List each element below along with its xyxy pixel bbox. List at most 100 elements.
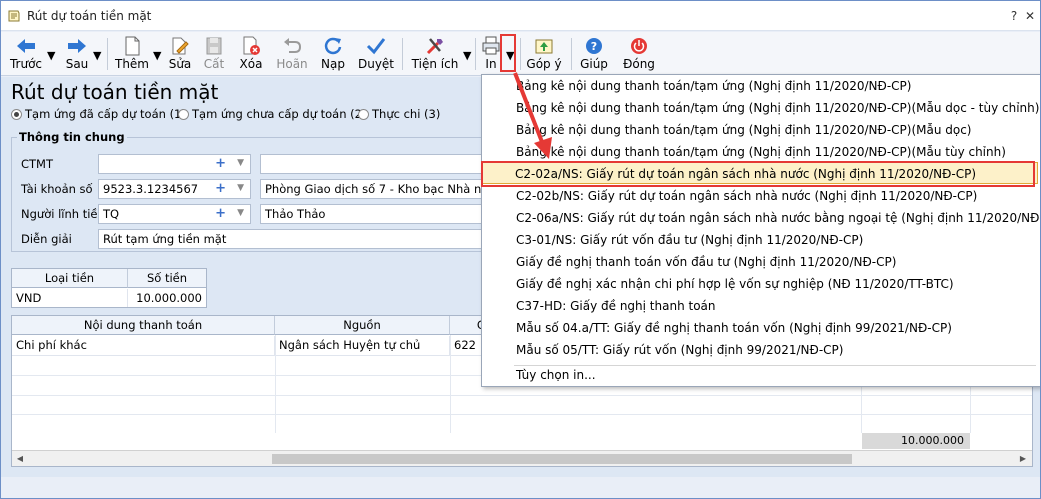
description-label: Diễn giải — [21, 232, 72, 246]
app-icon — [8, 10, 20, 22]
delete-button[interactable]: Xóa — [234, 33, 268, 73]
currency-type-cell[interactable]: VND — [12, 289, 128, 307]
description-value: Rút tạm ứng tiền mặt — [103, 232, 227, 246]
utilities-button[interactable]: Tiện ích — [409, 33, 461, 73]
radio-dot — [178, 109, 189, 120]
currency-type-header[interactable]: Loại tiền — [12, 269, 128, 288]
power-icon — [631, 38, 647, 54]
undo-button[interactable]: Hoãn — [274, 33, 310, 73]
svg-text:?: ? — [591, 40, 597, 53]
help-label: Giúp — [580, 57, 608, 71]
amount-header[interactable]: Số tiền — [128, 269, 206, 288]
scroll-thumb[interactable] — [272, 454, 852, 464]
grid-line — [450, 335, 451, 433]
account-name-field[interactable]: Phòng Giao dịch số 7 - Kho bạc Nhà nước … — [260, 179, 490, 199]
chevron-down-icon[interactable]: ▼ — [237, 158, 244, 168]
account-field[interactable]: 9523.3.1234567 + ▼ — [98, 179, 251, 199]
scroll-right-icon[interactable]: ▶ — [1017, 453, 1029, 465]
print-menu-item[interactable]: C2-02b/NS: Giấy rút dự toán ngân sách nh… — [516, 185, 977, 207]
toolbar-divider — [475, 38, 476, 70]
add-icon[interactable]: + — [215, 156, 226, 171]
close-window-icon[interactable]: ✕ — [1021, 7, 1039, 25]
chevron-down-icon[interactable]: ▼ — [237, 208, 244, 218]
back-dropdown-icon[interactable]: ▼ — [47, 49, 55, 62]
add-dropdown-icon[interactable]: ▼ — [153, 49, 161, 62]
print-menu-item[interactable]: Mẫu số 04.a/TT: Giấy đề nghị thanh toán … — [516, 317, 952, 339]
toolbar-divider — [107, 38, 108, 70]
radio-advance-unallocated[interactable]: Tạm ứng chưa cấp dự toán (2) — [178, 107, 366, 121]
grid-line — [12, 395, 1032, 396]
receiver-field[interactable]: TQ + ▼ — [98, 204, 251, 224]
amount-cell[interactable]: 10.000.000 — [128, 289, 206, 307]
chevron-down-icon[interactable]: ▼ — [237, 183, 244, 193]
tools-icon — [426, 38, 443, 55]
edit-label: Sửa — [168, 57, 192, 71]
edit-button[interactable]: Sửa — [165, 33, 195, 73]
arrow-right-icon — [68, 39, 86, 53]
radio-dot — [11, 109, 22, 120]
close-button[interactable]: Đóng — [619, 33, 659, 73]
print-menu-item[interactable]: Giấy đề nghị xác nhận chi phí hợp lệ vốn… — [516, 273, 954, 295]
print-menu-item[interactable]: Mẫu số 05/TT: Giấy rút vốn (Nghị định 99… — [516, 339, 843, 361]
toolbar-divider — [520, 38, 521, 70]
pointer-arrow-icon — [513, 72, 552, 159]
print-menu-item[interactable]: Bảng kê nội dung thanh toán/tạm ứng (Ngh… — [516, 141, 1006, 163]
total-amount: 10.000.000 — [862, 433, 970, 449]
save-disk-icon — [206, 37, 222, 55]
window-title: Rút dự toán tiền mặt — [27, 9, 152, 23]
description-field[interactable]: Rút tạm ứng tiền mặt — [98, 229, 490, 249]
print-menu-item[interactable]: C37-HD: Giấy đề nghị thanh toán — [516, 295, 716, 317]
print-menu-item[interactable]: C2-06a/NS: Giấy rút dự toán ngân sách nh… — [516, 207, 1040, 229]
printer-icon — [482, 36, 500, 55]
receiver-name-value: Thảo Thảo — [265, 207, 326, 221]
print-menu-item[interactable]: C3-01/NS: Giấy rút vốn đầu tư (Nghị định… — [516, 229, 863, 251]
save-label: Cất — [203, 57, 225, 71]
payment-content-header[interactable]: Nội dung thanh toán — [12, 316, 275, 335]
back-button[interactable]: Trước — [7, 33, 45, 73]
add-icon[interactable]: + — [215, 181, 226, 196]
account-label: Tài khoản số — [21, 182, 93, 196]
print-menu-item[interactable]: Bảng kê nội dung thanh toán/tạm ứng (Ngh… — [516, 97, 1039, 119]
next-dropdown-icon[interactable]: ▼ — [93, 49, 101, 62]
add-label: Thêm — [114, 57, 149, 71]
utilities-dropdown-icon[interactable]: ▼ — [463, 49, 471, 62]
add-button[interactable]: Thêm — [113, 33, 151, 73]
source-cell[interactable]: Ngân sách Huyện tự chủ — [275, 336, 450, 356]
refresh-icon — [324, 37, 342, 55]
print-menu-item[interactable]: Giấy đề nghị thanh toán vốn đầu tư (Nghị… — [516, 251, 896, 273]
next-button[interactable]: Sau — [61, 33, 93, 73]
ctmt-name-field[interactable] — [260, 154, 490, 174]
approve-label: Duyệt — [357, 57, 395, 71]
general-info-title: Thông tin chung — [17, 130, 127, 144]
ctmt-field[interactable]: + ▼ — [98, 154, 251, 174]
feedback-icon — [535, 39, 553, 54]
radio-dot — [358, 109, 369, 120]
ctmt-label: CTMT — [21, 157, 54, 171]
approve-button[interactable]: Duyệt — [356, 33, 396, 73]
help-button[interactable]: ? Giúp — [577, 33, 611, 73]
payment-content-cell[interactable]: Chi phí khác — [12, 336, 275, 356]
print-menu-item[interactable]: Bảng kê nội dung thanh toán/tạm ứng (Ngh… — [516, 119, 972, 141]
radio-label: Thực chi (3) — [372, 107, 441, 121]
print-menu-item[interactable]: Bảng kê nội dung thanh toán/tạm ứng (Ngh… — [516, 75, 911, 97]
save-button[interactable]: Cất — [199, 33, 229, 73]
scroll-left-icon[interactable]: ◀ — [14, 453, 26, 465]
account-name-value: Phòng Giao dịch số 7 - Kho bạc Nhà nước … — [265, 182, 490, 196]
receiver-name-field[interactable]: Thảo Thảo — [260, 204, 490, 224]
grid-line — [12, 414, 1032, 415]
close-label: Đóng — [623, 57, 655, 71]
horizontal-scrollbar[interactable]: ◀ ▶ — [12, 450, 1032, 466]
reload-label: Nạp — [321, 57, 345, 71]
next-label: Sau — [65, 57, 89, 71]
source-header[interactable]: Nguồn — [275, 316, 450, 335]
delete-document-icon — [243, 36, 260, 55]
radio-advance-allocated[interactable]: Tạm ứng đã cấp dự toán (1) — [11, 107, 186, 121]
reload-button[interactable]: Nạp — [317, 33, 349, 73]
radio-label: Tạm ứng đã cấp dự toán (1) — [25, 107, 186, 121]
radio-actual-expense[interactable]: Thực chi (3) — [358, 107, 440, 121]
add-icon[interactable]: + — [215, 206, 226, 221]
undo-icon — [284, 38, 302, 53]
toolbar-divider — [571, 38, 572, 70]
new-document-icon — [125, 36, 140, 56]
print-options-item[interactable]: Tùy chọn in... — [516, 364, 596, 386]
